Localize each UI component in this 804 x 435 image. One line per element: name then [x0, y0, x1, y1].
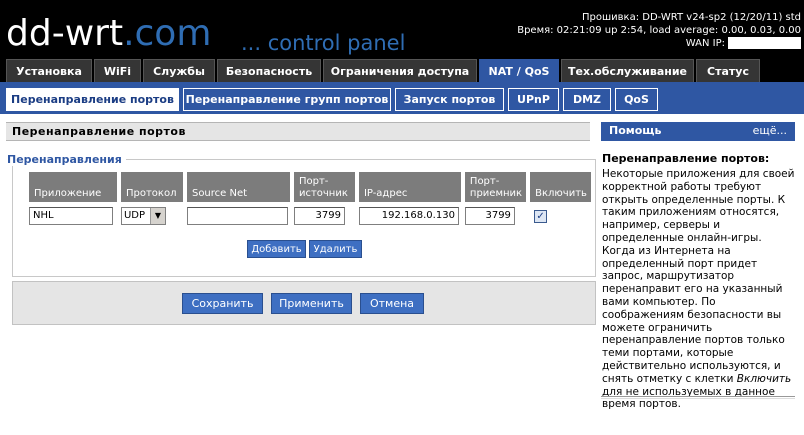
control-panel-tagline: ... control panel — [241, 31, 406, 55]
col-port-from: Порт-источник — [293, 172, 355, 202]
header: dd-wrt.com ... control panel Прошивка: D… — [0, 0, 804, 58]
col-ip-address: IP-адрес — [358, 172, 461, 202]
sub-nav: Перенаправление портов Перенаправление г… — [0, 82, 804, 114]
firmware-version: Прошивка: DD-WRT v24-sp2 (12/20/11) std — [582, 12, 801, 23]
tab-status[interactable]: Статус — [696, 59, 760, 83]
main-nav: Установка WiFi Службы Безопасность Огран… — [0, 58, 804, 83]
col-port-to-line1: Порт- — [469, 176, 500, 187]
col-port-from-line2: источник — [298, 188, 348, 199]
col-port-to-line2: приемник — [469, 188, 523, 199]
tab-access-restrictions[interactable]: Ограничения доступа — [323, 59, 477, 83]
subtab-port-range-forwarding[interactable]: Перенаправление групп портов — [183, 88, 391, 111]
subtab-dmz[interactable]: DMZ — [563, 88, 611, 111]
protocol-value: UDP — [123, 210, 146, 221]
help-header-label: Помощь — [609, 124, 662, 137]
col-enable: Включить — [530, 172, 591, 202]
help-panel: Помощь ещё... Перенаправление портов: Не… — [601, 122, 795, 411]
tab-setup[interactable]: Установка — [6, 59, 92, 83]
col-port-to: Порт-приемник — [464, 172, 527, 202]
content-area: Перенаправление портов Перенаправления П… — [0, 114, 804, 435]
tab-nat-qos[interactable]: NAT / QoS — [479, 59, 559, 83]
wan-ip-label: WAN IP: — [685, 38, 725, 49]
ddwrt-logo: dd-wrt.com — [6, 14, 211, 54]
logo-suffix: .com — [123, 13, 212, 54]
remove-button[interactable]: Удалить — [309, 240, 362, 258]
forwarding-table: Приложение Протокол Source Net Порт-исто… — [25, 170, 595, 229]
fieldset-legend: Перенаправления — [7, 153, 126, 166]
wan-ip-value — [728, 37, 801, 49]
cancel-button[interactable]: Отмена — [360, 293, 424, 314]
help-text-before: Некоторые приложения для своей корректно… — [602, 168, 795, 385]
subtab-port-triggering[interactable]: Запуск портов — [395, 88, 504, 111]
ip-address-input[interactable]: 192.168.0.130 — [358, 207, 459, 225]
forwards-fieldset: Перенаправления Приложение Протокол Sour… — [7, 153, 596, 277]
help-text: Некоторые приложения для своей корректно… — [601, 168, 795, 411]
uptime-info: Время: 02:21:09 up 2:54, load average: 0… — [517, 25, 801, 36]
subtab-qos[interactable]: QoS — [615, 88, 658, 111]
col-port-from-line1: Порт- — [298, 176, 329, 187]
save-button[interactable]: Сохранить — [182, 293, 263, 314]
protocol-select[interactable]: UDP ▼ — [120, 207, 166, 225]
port-from-input[interactable]: 3799 — [293, 207, 345, 225]
col-application: Приложение — [29, 172, 117, 202]
action-bar: Сохранить Применить Отмена — [12, 281, 596, 325]
chevron-down-icon: ▼ — [149, 208, 165, 224]
enable-checkbox[interactable]: ✓ — [534, 210, 548, 223]
app-name-input[interactable]: NHL — [29, 207, 113, 225]
col-protocol: Протокол — [120, 172, 183, 202]
logo-main: dd-wrt — [6, 13, 124, 54]
tab-wifi[interactable]: WiFi — [94, 59, 141, 83]
help-text-em: Включить — [736, 372, 792, 385]
col-source-net: Source Net — [186, 172, 290, 202]
wan-ip-row: WAN IP: — [517, 37, 801, 50]
tab-services[interactable]: Службы — [143, 59, 215, 83]
table-header-row: Приложение Протокол Source Net Порт-исто… — [29, 172, 591, 202]
help-header: Помощь ещё... — [601, 122, 795, 141]
system-info: Прошивка: DD-WRT v24-sp2 (12/20/11) std … — [517, 11, 801, 50]
source-net-input[interactable] — [186, 207, 288, 225]
apply-button[interactable]: Применить — [271, 293, 352, 314]
tab-administration[interactable]: Тех.обслуживание — [561, 59, 694, 83]
help-divider — [601, 396, 795, 399]
tab-security[interactable]: Безопасность — [217, 59, 321, 83]
subtab-upnp[interactable]: UPnP — [508, 88, 559, 111]
subtab-port-forwarding[interactable]: Перенаправление портов — [6, 88, 179, 111]
help-title: Перенаправление портов: — [602, 152, 770, 165]
add-button[interactable]: Добавить — [247, 240, 306, 258]
port-to-input[interactable]: 3799 — [464, 207, 515, 225]
section-title: Перенаправление портов — [6, 122, 590, 141]
table-row: NHL UDP ▼ 3799 192.168.0.130 3799 ✓ — [29, 204, 591, 227]
help-more-link[interactable]: ещё... — [753, 122, 787, 140]
